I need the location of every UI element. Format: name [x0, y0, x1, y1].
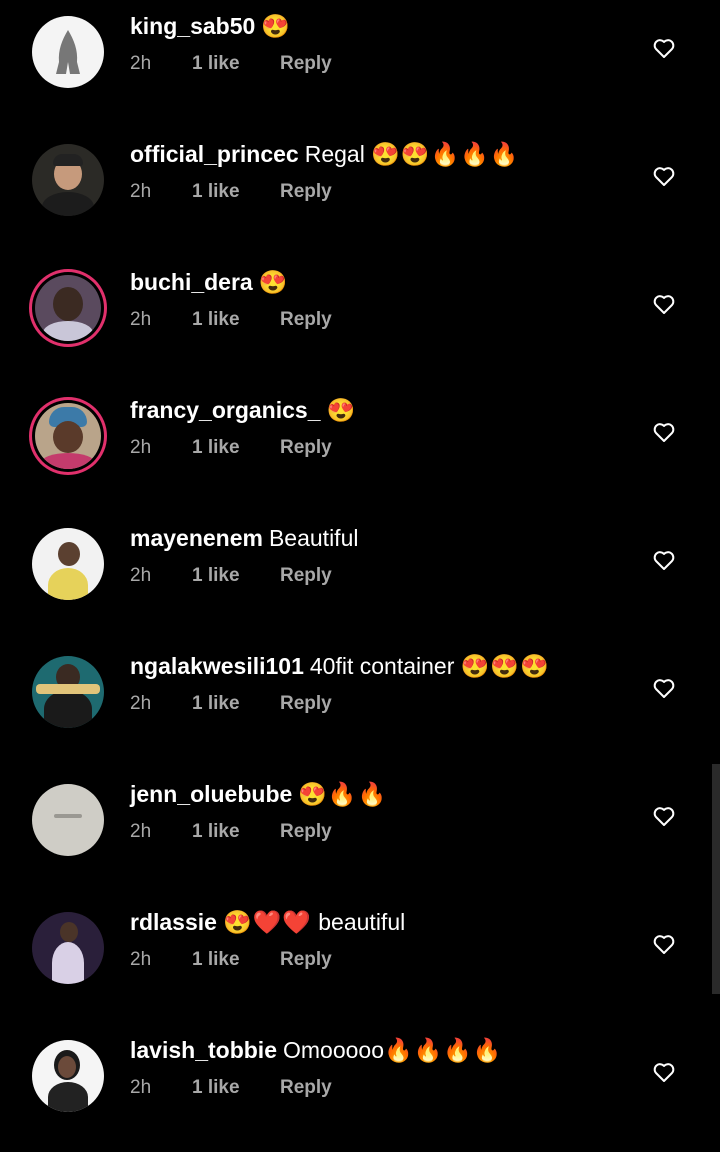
avatar[interactable]: [32, 400, 104, 472]
comment-likes[interactable]: 1 like: [192, 564, 240, 588]
comment-emoji: 😍: [258, 269, 289, 295]
reply-button[interactable]: Reply: [280, 52, 332, 76]
comment-likes[interactable]: 1 like: [192, 1076, 240, 1100]
comment-username[interactable]: buchi_dera: [130, 269, 253, 295]
heart-outline-icon[interactable]: [652, 548, 676, 572]
reply-button[interactable]: Reply: [280, 948, 332, 972]
comment-item: lavish_tobbie Omooooo🔥🔥🔥🔥 2h 1 like Reply: [0, 1024, 720, 1152]
comment-emoji: 😍😍🔥🔥🔥: [371, 141, 520, 167]
comment-line: francy_organics_ 😍: [130, 396, 356, 424]
avatar[interactable]: [32, 272, 104, 344]
reply-button[interactable]: Reply: [280, 564, 332, 588]
comment-likes[interactable]: 1 like: [192, 180, 240, 204]
comment-username[interactable]: francy_organics_: [130, 397, 320, 423]
heart-outline-icon[interactable]: [652, 804, 676, 828]
comment-line: mayenenem Beautiful: [130, 524, 358, 552]
reply-button[interactable]: Reply: [280, 692, 332, 716]
comment-text: 40fit container: [309, 653, 455, 679]
comment-username[interactable]: king_sab50: [130, 13, 255, 39]
comment-time: 2h: [130, 437, 152, 458]
comment-username[interactable]: mayenenem: [130, 525, 263, 551]
comment-time: 2h: [130, 565, 152, 586]
heart-outline-icon[interactable]: [652, 164, 676, 188]
reply-button[interactable]: Reply: [280, 820, 332, 844]
heart-outline-icon[interactable]: [652, 292, 676, 316]
comment-item: rdlassie 😍❤️❤️ beautiful 2h 1 like Reply: [0, 896, 720, 1024]
comment-likes[interactable]: 1 like: [192, 692, 240, 716]
comment-item: official_princec Regal 😍😍🔥🔥🔥 2h 1 like Re…: [0, 128, 720, 256]
comment-line: buchi_dera 😍: [130, 268, 288, 296]
comment-line: king_sab50 😍: [130, 12, 291, 40]
avatar[interactable]: [32, 144, 104, 216]
reply-button[interactable]: Reply: [280, 180, 332, 204]
comment-username[interactable]: jenn_oluebube: [130, 781, 292, 807]
heart-outline-icon[interactable]: [652, 1060, 676, 1084]
comment-time: 2h: [130, 821, 152, 842]
comment-text: Beautiful: [268, 525, 359, 551]
comment-username[interactable]: ngalakwesili101: [130, 653, 304, 679]
reply-button[interactable]: Reply: [280, 436, 332, 460]
comment-item: buchi_dera 😍 2h 1 like Reply: [0, 256, 720, 384]
comment-likes[interactable]: 1 like: [192, 948, 240, 972]
comment-line: jenn_oluebube 😍🔥🔥: [130, 780, 387, 808]
avatar[interactable]: [32, 656, 104, 728]
heart-outline-icon[interactable]: [652, 932, 676, 956]
praying-hands-icon: [56, 30, 80, 74]
comment-time: 2h: [130, 949, 152, 970]
comment-item: jenn_oluebube 😍🔥🔥 2h 1 like Reply: [0, 768, 720, 896]
comment-item: king_sab50 😍 2h 1 like Reply: [0, 0, 720, 128]
comment-likes[interactable]: 1 like: [192, 308, 240, 332]
heart-outline-icon[interactable]: [652, 420, 676, 444]
comment-line: rdlassie 😍❤️❤️ beautiful: [130, 908, 405, 936]
comment-emoji: 😍: [261, 13, 291, 39]
comment-text: Regal: [304, 141, 365, 167]
comment-username[interactable]: official_princec: [130, 141, 299, 167]
comment-emoji: 😍❤️❤️: [222, 909, 312, 935]
comment-time: 2h: [130, 1077, 152, 1098]
heart-outline-icon[interactable]: [652, 36, 676, 60]
reply-button[interactable]: Reply: [280, 1076, 332, 1100]
comment-emoji: 😍: [326, 397, 357, 423]
comment-line: ngalakwesili101 40fit container 😍😍😍: [130, 652, 550, 680]
comment-text: Omooooo: [282, 1037, 384, 1063]
comment-likes[interactable]: 1 like: [192, 820, 240, 844]
comment-line: lavish_tobbie Omooooo🔥🔥🔥🔥: [130, 1036, 503, 1064]
heart-outline-icon[interactable]: [652, 676, 676, 700]
comment-item: mayenenem Beautiful 2h 1 like Reply: [0, 512, 720, 640]
comment-likes[interactable]: 1 like: [192, 52, 240, 76]
avatar[interactable]: [32, 528, 104, 600]
comment-line: official_princec Regal 😍😍🔥🔥🔥: [130, 140, 519, 168]
comment-time: 2h: [130, 693, 152, 714]
comment-item: ngalakwesili101 40fit container 😍😍😍 2h 1 …: [0, 640, 720, 768]
comment-item: francy_organics_ 😍 2h 1 like Reply: [0, 384, 720, 512]
reply-button[interactable]: Reply: [280, 308, 332, 332]
avatar[interactable]: [32, 1040, 104, 1112]
comment-emoji: 😍😍😍: [460, 653, 550, 679]
comment-username[interactable]: lavish_tobbie: [130, 1037, 277, 1063]
comment-time: 2h: [130, 181, 152, 202]
avatar[interactable]: [32, 16, 104, 88]
scrollbar[interactable]: [712, 764, 720, 994]
avatar[interactable]: [32, 912, 104, 984]
comment-time: 2h: [130, 309, 152, 330]
comment-username[interactable]: rdlassie: [130, 909, 217, 935]
comment-likes[interactable]: 1 like: [192, 436, 240, 460]
comment-emoji: 😍🔥🔥: [298, 781, 388, 807]
comment-emoji: 🔥🔥🔥🔥: [384, 1037, 503, 1063]
comment-time: 2h: [130, 53, 152, 74]
avatar[interactable]: [32, 784, 104, 856]
comment-text: beautiful: [318, 909, 406, 935]
